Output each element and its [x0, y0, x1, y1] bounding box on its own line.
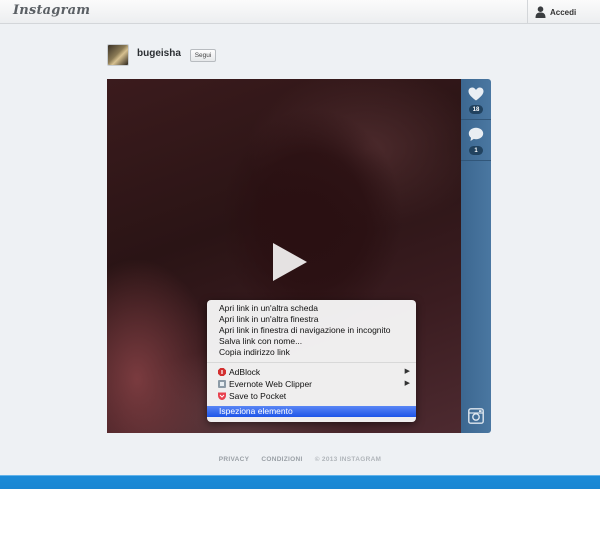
menu-item-adblock[interactable]: AdBlock ▶	[207, 366, 416, 378]
instagram-logo[interactable]: Instagram	[13, 3, 90, 18]
page-background: Instagram Accedi bugeisha Segui 18 1 Apr…	[0, 0, 600, 475]
pocket-icon	[218, 392, 226, 400]
footer-terms-link[interactable]: CONDIZIONI	[261, 456, 302, 463]
comments-count: 1	[469, 146, 483, 155]
submenu-arrow-icon: ▶	[404, 380, 410, 387]
play-icon[interactable]	[270, 241, 310, 283]
like-section[interactable]: 18	[461, 79, 491, 120]
pocket-label: Save to Pocket	[229, 391, 287, 401]
login-label: Accedi	[550, 7, 577, 17]
instagram-camera-icon[interactable]	[468, 408, 484, 424]
submenu-arrow-icon: ▶	[404, 368, 410, 375]
likes-count: 18	[469, 105, 483, 114]
action-sidebar: 18 1	[461, 79, 491, 433]
menu-item-open-new-tab[interactable]: Apri link in un'altra scheda	[207, 303, 416, 314]
adblock-icon	[218, 368, 226, 376]
bottom-blue-bar	[0, 475, 600, 489]
login-button[interactable]: Accedi	[527, 0, 600, 24]
context-menu: Apri link in un'altra scheda Apri link i…	[207, 300, 416, 422]
evernote-icon	[218, 380, 226, 388]
adblock-label: AdBlock	[229, 367, 261, 377]
follow-button[interactable]: Segui	[190, 49, 216, 62]
footer-copyright: © 2013 INSTAGRAM	[314, 456, 382, 463]
menu-item-save-to-pocket[interactable]: Save to Pocket	[207, 390, 416, 402]
menu-item-open-new-window[interactable]: Apri link in un'altra finestra	[207, 314, 416, 325]
top-header: Instagram Accedi	[0, 0, 600, 24]
comment-section[interactable]: 1	[461, 120, 491, 161]
menu-item-inspect-element[interactable]: Ispeziona elemento	[207, 406, 416, 417]
menu-item-evernote[interactable]: Evernote Web Clipper ▶	[207, 378, 416, 390]
avatar[interactable]	[107, 44, 129, 66]
menu-separator	[207, 362, 416, 363]
menu-item-copy-link-address[interactable]: Copia indirizzo link	[207, 347, 416, 358]
evernote-label: Evernote Web Clipper	[229, 379, 312, 389]
user-icon	[535, 6, 546, 18]
heart-icon[interactable]	[468, 87, 484, 101]
comment-bubble-icon[interactable]	[468, 127, 484, 142]
menu-item-open-incognito[interactable]: Apri link in finestra di navigazione in …	[207, 325, 416, 336]
username-link[interactable]: bugeisha	[137, 48, 181, 59]
footer-privacy-link[interactable]: PRIVACY	[219, 456, 250, 463]
menu-item-save-link-as[interactable]: Salva link con nome...	[207, 336, 416, 347]
footer: PRIVACY CONDIZIONI © 2013 INSTAGRAM	[0, 456, 600, 463]
